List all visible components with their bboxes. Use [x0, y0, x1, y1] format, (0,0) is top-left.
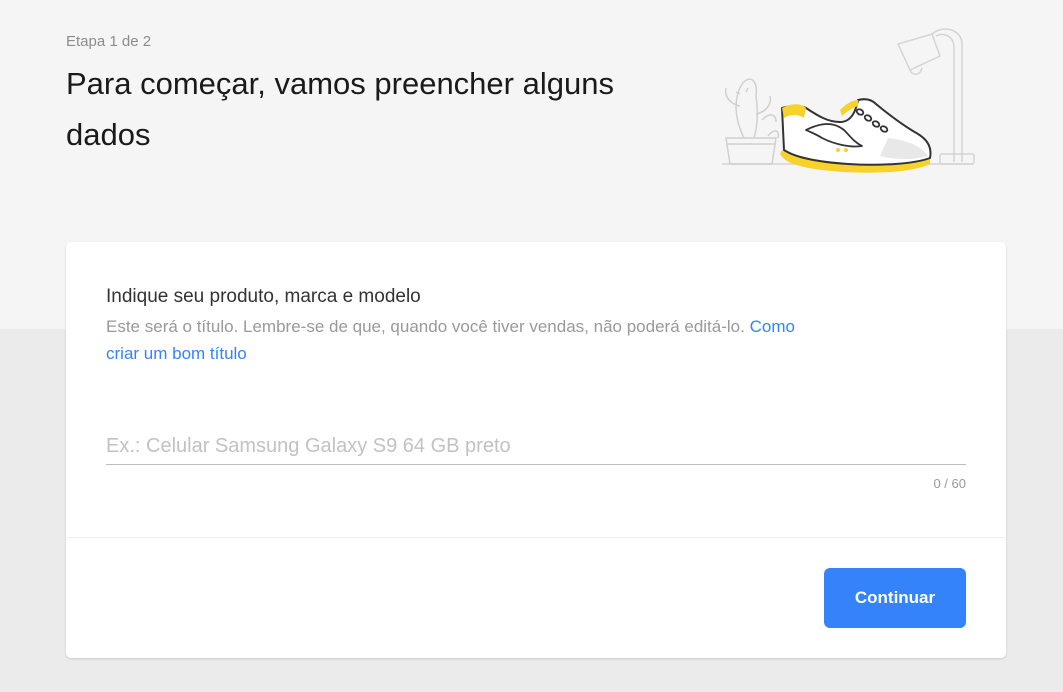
pot-icon — [725, 137, 777, 165]
help-text: Este será o título. Lembre-se de que, qu… — [106, 317, 745, 336]
page-title: Para começar, vamos preencher alguns dad… — [66, 66, 614, 152]
card-divider — [66, 537, 1006, 538]
product-title-input[interactable] — [106, 428, 966, 465]
step-indicator: Etapa 1 de 2 — [66, 33, 152, 50]
form-card: Indique seu produto, marca e modelo Este… — [66, 242, 1006, 658]
title-section: Indique seu produto, marca e modelo Este… — [106, 285, 966, 367]
field-question: Indique seu produto, marca e modelo — [106, 286, 421, 307]
sneaker-illustration-icon — [722, 28, 975, 173]
field-help: Este será o título. Lembre-se de que, qu… — [106, 313, 826, 367]
character-counter: 0 / 60 — [933, 476, 966, 491]
cactus-icon — [724, 78, 772, 139]
continue-button[interactable]: Continuar — [824, 568, 966, 628]
